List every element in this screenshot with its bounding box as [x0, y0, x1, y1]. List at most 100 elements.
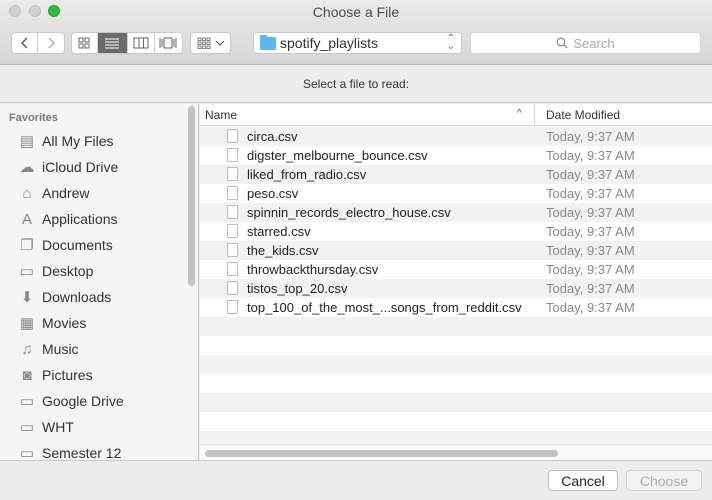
file-name: peso.csv	[247, 186, 299, 201]
search-field[interactable]: Search	[470, 32, 701, 54]
up-down-chevron-icon: ⌃ ⌄	[446, 33, 455, 52]
file-list: Name ^ Date Modified circa.csv Today, 9:3…	[200, 104, 712, 460]
file-row[interactable]: tistos_top_20.csv Today, 9:37 AM	[200, 279, 712, 298]
music-icon: ♫	[21, 340, 33, 358]
sidebar-item-google-drive[interactable]: ▭ Google Drive	[17, 390, 124, 412]
sidebar-item-label: Google Drive	[42, 393, 124, 409]
toolbar: Choose a File spotify_playlists ⌃ ⌄ Sear…	[0, 0, 712, 65]
search-icon	[556, 37, 568, 49]
applications-icon: A	[21, 210, 32, 228]
view-mode-selector	[71, 32, 183, 54]
file-date-modified: Today, 9:37 AM	[546, 148, 635, 163]
file-row[interactable]: circa.csv Today, 9:37 AM	[200, 127, 712, 146]
sidebar-scrollbar[interactable]	[188, 106, 195, 286]
file-name: throwbackthursday.csv	[247, 262, 379, 277]
search-placeholder: Search	[573, 35, 615, 51]
sidebar-item-label: WHT	[42, 419, 74, 435]
forward-button[interactable]	[38, 33, 64, 53]
folder-icon: ▭	[19, 419, 35, 436]
sidebar-item-all-my-files[interactable]: ▤ All My Files	[17, 130, 114, 152]
dialog-footer: Cancel Choose	[0, 460, 712, 500]
chevron-right-icon	[48, 37, 55, 49]
coverflow-view-button[interactable]	[155, 33, 182, 53]
location-label: spotify_playlists	[280, 35, 379, 51]
file-row[interactable]: liked_from_radio.csv Today, 9:37 AM	[200, 165, 712, 184]
icon-view-button[interactable]	[72, 33, 98, 53]
file-name: spinnin_records_electro_house.csv	[247, 205, 451, 220]
file-chooser-dialog: Choose a File spotify_playlists ⌃ ⌄ Sear…	[0, 0, 712, 500]
sidebar-item-label: Documents	[42, 237, 113, 253]
cloud-icon: ☁	[19, 159, 35, 176]
empty-row	[200, 374, 712, 393]
movies-icon: ▦	[19, 315, 35, 332]
column-header-date-modified[interactable]: Date Modified	[546, 108, 620, 122]
file-name: digster_melbourne_bounce.csv	[247, 148, 428, 163]
sidebar-section-favorites: Favorites	[9, 112, 58, 124]
sidebar-item-icloud-drive[interactable]: ☁ iCloud Drive	[17, 156, 119, 178]
folder-icon: ▭	[19, 393, 35, 410]
file-date-modified: Today, 9:37 AM	[546, 300, 635, 315]
grid-icon	[78, 37, 90, 49]
sort-ascending-icon: ^	[517, 108, 522, 119]
file-row[interactable]: digster_melbourne_bounce.csv Today, 9:37 …	[200, 146, 712, 165]
list-view-button[interactable]	[97, 33, 128, 53]
file-row[interactable]: the_kids.csv Today, 9:37 AM	[200, 241, 712, 260]
empty-row	[200, 412, 712, 431]
sidebar-item-desktop[interactable]: ▭ Desktop	[17, 260, 93, 282]
cancel-button[interactable]: Cancel	[548, 470, 618, 491]
document-icon	[227, 281, 238, 295]
sidebar-item-andrew[interactable]: ⌂ Andrew	[17, 182, 89, 204]
file-list-header: Name ^ Date Modified	[200, 104, 712, 126]
back-button[interactable]	[12, 33, 38, 53]
sidebar-item-label: Andrew	[42, 185, 90, 201]
sidebar-item-label: Downloads	[42, 289, 112, 305]
navigation-buttons	[11, 32, 65, 54]
arrange-button[interactable]	[190, 32, 231, 54]
file-date-modified: Today, 9:37 AM	[546, 262, 635, 277]
sidebar-item-label: Applications	[42, 211, 118, 227]
column-header-name[interactable]: Name	[205, 108, 237, 122]
arrange-grid-icon	[197, 37, 210, 49]
file-name: top_100_of_the_most_...songs_from_reddit…	[247, 300, 522, 315]
window-title: Choose a File	[312, 4, 400, 20]
file-name: tistos_top_20.csv	[247, 281, 348, 296]
horizontal-scrollbar[interactable]	[205, 450, 558, 457]
sidebar-item-wht[interactable]: ▭ WHT	[17, 416, 74, 438]
document-icon	[227, 243, 238, 257]
location-popup[interactable]: spotify_playlists ⌃ ⌄	[253, 32, 462, 54]
chevron-left-icon	[20, 37, 27, 49]
columns-icon	[133, 37, 149, 49]
file-row[interactable]: peso.csv Today, 9:37 AM	[200, 184, 712, 203]
document-icon	[227, 262, 238, 276]
column-divider[interactable]	[534, 104, 535, 126]
file-name: circa.csv	[247, 129, 298, 144]
desktop-icon: ▭	[19, 263, 35, 280]
chevron-down-icon	[215, 40, 224, 46]
sidebar-item-movies[interactable]: ▦ Movies	[17, 312, 86, 334]
file-row[interactable]: starred.csv Today, 9:37 AM	[200, 222, 712, 241]
downloads-icon: ⬇	[20, 289, 34, 306]
camera-icon: ◙	[22, 366, 32, 384]
file-date-modified: Today, 9:37 AM	[546, 167, 635, 182]
sidebar-item-label: Pictures	[42, 367, 93, 383]
column-view-button[interactable]	[128, 33, 155, 53]
choose-button[interactable]: Choose	[626, 470, 702, 491]
document-icon	[227, 205, 238, 219]
sidebar-item-pictures[interactable]: ◙ Pictures	[17, 364, 93, 386]
sidebar-item-label: iCloud Drive	[42, 159, 119, 175]
sidebar-item-applications[interactable]: A Applications	[17, 208, 118, 230]
documents-icon: ❐	[20, 237, 34, 254]
file-date-modified: Today, 9:37 AM	[546, 243, 635, 258]
document-icon	[227, 148, 238, 162]
file-row[interactable]: top_100_of_the_most_...songs_from_reddit…	[200, 298, 712, 317]
file-date-modified: Today, 9:37 AM	[546, 205, 635, 220]
sidebar-item-downloads[interactable]: ⬇ Downloads	[17, 286, 112, 308]
file-row[interactable]: spinnin_records_electro_house.csv Today, …	[200, 203, 712, 222]
sidebar-item-documents[interactable]: ❐ Documents	[17, 234, 113, 256]
sidebar-item-label: Semester 12	[42, 445, 122, 460]
sidebar-item-music[interactable]: ♫ Music	[17, 338, 78, 360]
empty-row	[200, 355, 712, 374]
sidebar-item-semester-12[interactable]: ▭ Semester 12	[17, 442, 121, 460]
file-row[interactable]: throwbackthursday.csv Today, 9:37 AM	[200, 260, 712, 279]
document-icon	[227, 224, 238, 238]
